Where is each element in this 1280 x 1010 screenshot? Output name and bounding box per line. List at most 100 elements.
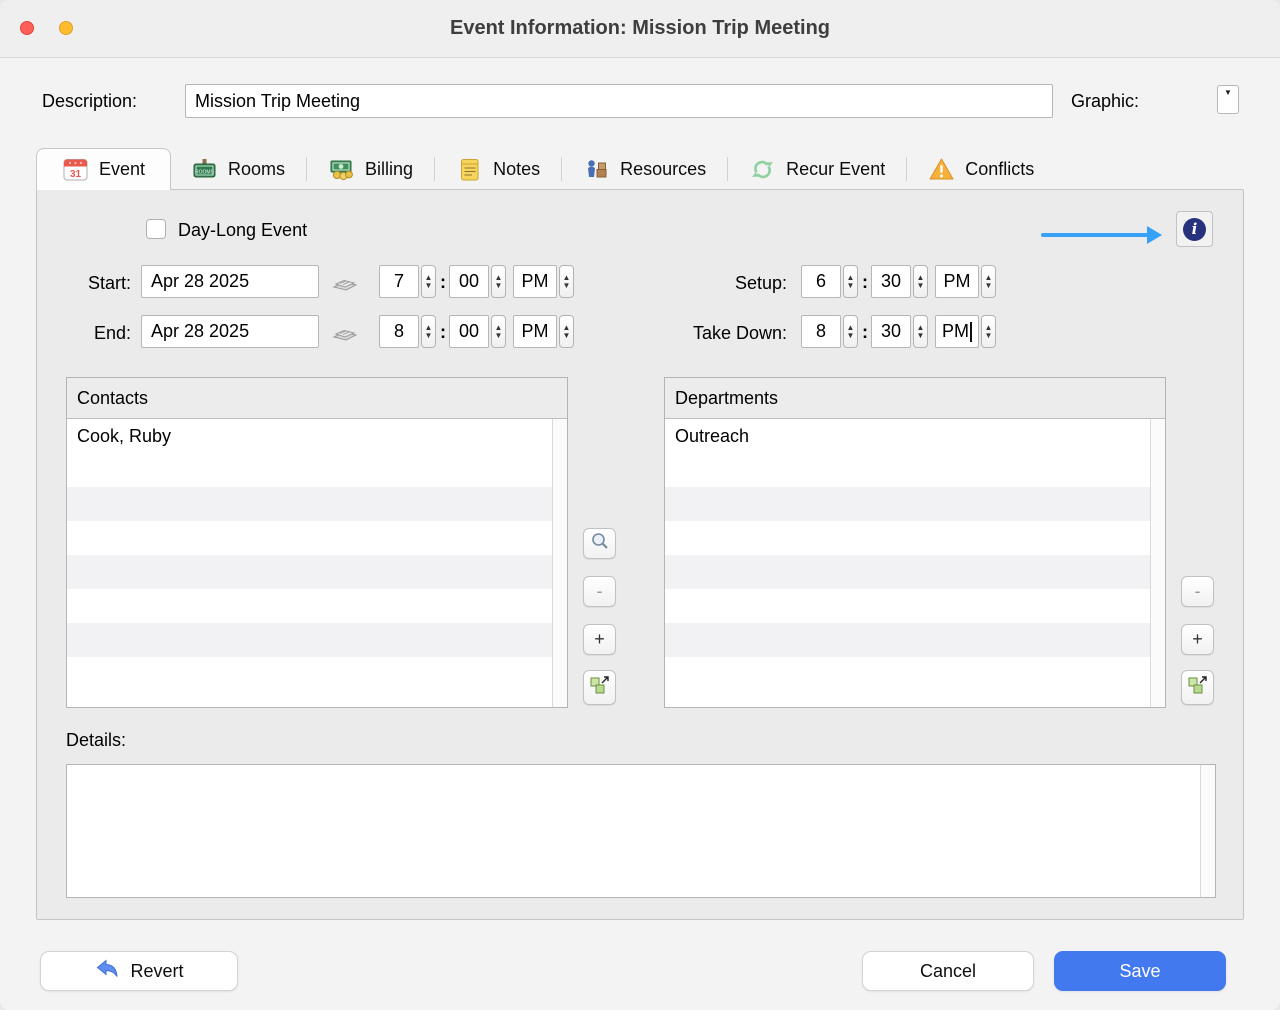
start-date-field[interactable]: Apr 28 2025 — [141, 265, 319, 298]
scrollbar-track[interactable] — [1150, 419, 1165, 707]
list-item[interactable] — [665, 453, 1165, 487]
take-down-meridiem-stepper[interactable]: ▲▼ — [981, 315, 996, 348]
day-long-event-label: Day-Long Event — [178, 220, 307, 241]
tab-conflicts[interactable]: Conflicts — [908, 148, 1054, 190]
departments-list: Departments Outreach — [664, 377, 1166, 708]
day-long-event-checkbox[interactable] — [146, 219, 166, 239]
search-icon — [590, 531, 610, 556]
list-item[interactable] — [67, 487, 567, 521]
list-item[interactable] — [67, 623, 567, 657]
start-hour-field[interactable]: 7 — [379, 265, 419, 298]
undo-arrow-icon — [94, 958, 120, 985]
setup-minute-stepper[interactable]: ▲▼ — [913, 265, 928, 298]
event-information-window: Event Information: Mission Trip Meeting … — [0, 0, 1280, 1010]
take-down-meridiem-field[interactable]: PM — [935, 315, 979, 348]
start-minute-field[interactable]: 00 — [449, 265, 489, 298]
revert-button[interactable]: Revert — [40, 951, 238, 991]
list-item[interactable] — [665, 555, 1165, 589]
departments-remove-button[interactable]: - — [1181, 576, 1214, 607]
take-down-hour-field[interactable]: 8 — [801, 315, 841, 348]
list-item[interactable] — [665, 623, 1165, 657]
end-minute-stepper[interactable]: ▲▼ — [491, 315, 506, 348]
list-item[interactable] — [665, 521, 1165, 555]
take-down-hour-stepper[interactable]: ▲▼ — [843, 315, 858, 348]
svg-text:31: 31 — [70, 169, 82, 180]
save-button[interactable]: Save — [1054, 951, 1226, 991]
time-colon: : — [440, 322, 446, 343]
tab-divider — [306, 157, 307, 181]
contacts-remove-button[interactable]: - — [583, 576, 616, 607]
end-hour-field[interactable]: 8 — [379, 315, 419, 348]
tab-divider — [906, 157, 907, 181]
hierarchy-icon — [1187, 674, 1209, 701]
list-item[interactable] — [67, 589, 567, 623]
chevron-down-icon: ▼ — [1224, 88, 1232, 97]
tab-event[interactable]: 31 Event — [36, 148, 171, 190]
details-textarea[interactable] — [66, 764, 1216, 898]
start-meridiem-stepper[interactable]: ▲▼ — [559, 265, 574, 298]
list-item[interactable] — [67, 657, 567, 691]
cancel-button[interactable]: Cancel — [862, 951, 1034, 991]
start-label: Start: — [57, 273, 131, 294]
setup-hour-field[interactable]: 6 — [801, 265, 841, 298]
take-down-minute-field[interactable]: 30 — [871, 315, 911, 348]
minimize-window-button[interactable] — [59, 21, 73, 35]
list-item[interactable] — [665, 589, 1165, 623]
end-meridiem-stepper[interactable]: ▲▼ — [559, 315, 574, 348]
contacts-add-button[interactable]: + — [583, 624, 616, 655]
start-date-picker-icon[interactable] — [331, 270, 359, 294]
take-down-label: Take Down: — [637, 323, 787, 344]
scrollbar-track[interactable] — [552, 419, 567, 707]
description-input[interactable] — [185, 84, 1053, 118]
tab-notes[interactable]: Notes — [436, 148, 560, 190]
scrollbar-track[interactable] — [1200, 765, 1215, 897]
resources-icon — [583, 156, 610, 183]
contacts-hierarchy-button[interactable] — [583, 670, 616, 705]
departments-add-button[interactable]: + — [1181, 624, 1214, 655]
close-window-button[interactable] — [20, 21, 34, 35]
start-meridiem-field[interactable]: PM — [513, 265, 557, 298]
end-date-field[interactable]: Apr 28 2025 — [141, 315, 319, 348]
list-item[interactable]: Cook, Ruby — [67, 419, 567, 453]
departments-header: Departments — [665, 378, 1165, 419]
end-date-picker-icon[interactable] — [331, 320, 359, 344]
list-item[interactable]: Outreach — [665, 419, 1165, 453]
start-minute-stepper[interactable]: ▲▼ — [491, 265, 506, 298]
text-cursor — [970, 322, 972, 342]
event-tab-panel: Day-Long Event i Start: Apr 28 2025 7 ▲▼… — [36, 189, 1244, 920]
tab-recur-event[interactable]: Recur Event — [729, 148, 905, 190]
tab-billing[interactable]: Billing — [308, 148, 433, 190]
end-meridiem-field[interactable]: PM — [513, 315, 557, 348]
setup-meridiem-stepper[interactable]: ▲▼ — [981, 265, 996, 298]
tab-label: Rooms — [228, 159, 285, 180]
departments-hierarchy-button[interactable] — [1181, 670, 1214, 705]
rooms-sign-icon: ROOMS — [191, 156, 218, 183]
details-label: Details: — [66, 730, 126, 751]
end-minute-field[interactable]: 00 — [449, 315, 489, 348]
time-colon: : — [862, 272, 868, 293]
tab-resources[interactable]: Resources — [563, 148, 726, 190]
info-button[interactable]: i — [1176, 211, 1213, 247]
contacts-search-button[interactable] — [583, 528, 616, 559]
tab-label: Billing — [365, 159, 413, 180]
contacts-header: Contacts — [67, 378, 567, 419]
annotation-arrow-head — [1147, 226, 1162, 244]
hierarchy-icon — [589, 674, 611, 701]
graphic-dropdown-button[interactable]: ▼ — [1217, 85, 1239, 114]
list-item[interactable] — [665, 657, 1165, 691]
list-item[interactable] — [67, 453, 567, 487]
tab-divider — [434, 157, 435, 181]
warning-icon — [928, 156, 955, 183]
setup-hour-stepper[interactable]: ▲▼ — [843, 265, 858, 298]
list-item[interactable] — [665, 487, 1165, 521]
list-item[interactable] — [67, 555, 567, 589]
setup-meridiem-field[interactable]: PM — [935, 265, 979, 298]
start-hour-stepper[interactable]: ▲▼ — [421, 265, 436, 298]
end-hour-stepper[interactable]: ▲▼ — [421, 315, 436, 348]
take-down-minute-stepper[interactable]: ▲▼ — [913, 315, 928, 348]
tab-rooms[interactable]: ROOMS Rooms — [171, 148, 305, 190]
tab-label: Notes — [493, 159, 540, 180]
setup-minute-field[interactable]: 30 — [871, 265, 911, 298]
list-item[interactable] — [67, 521, 567, 555]
cancel-label: Cancel — [920, 961, 976, 982]
